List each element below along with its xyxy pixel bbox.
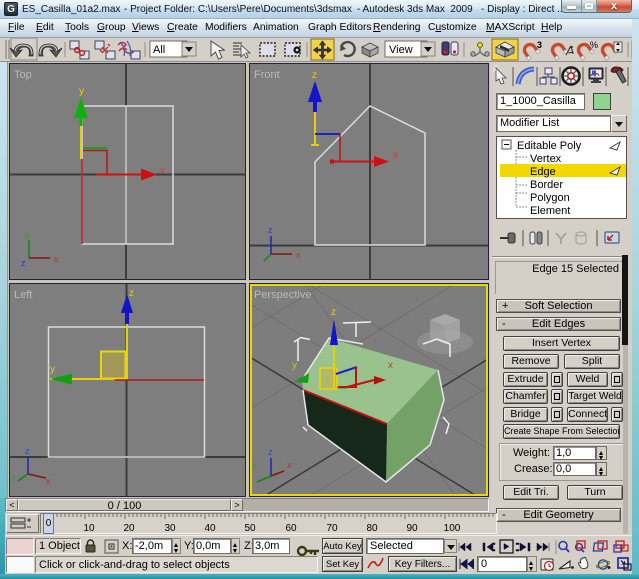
svg-text:y: y	[25, 230, 30, 240]
svg-text:z: z	[21, 258, 26, 268]
svg-text:Top: Top	[14, 69, 32, 81]
svg-text:x: x	[296, 250, 301, 260]
svg-text:y: y	[12, 472, 17, 482]
svg-text:Vertex: Vertex	[530, 153, 562, 165]
svg-text:50: 50	[244, 523, 256, 533]
svg-text:y: y	[50, 364, 55, 375]
svg-text:z: z	[129, 288, 134, 299]
svg-text:20: 20	[123, 523, 135, 533]
svg-text:y: y	[292, 360, 297, 371]
svg-text:40: 40	[204, 523, 216, 533]
svg-text:80: 80	[366, 523, 378, 533]
svg-text:30: 30	[164, 523, 176, 533]
svg-text:z: z	[268, 447, 273, 457]
svg-text:Edge: Edge	[530, 166, 556, 178]
svg-text:3: 3	[537, 40, 542, 50]
svg-text:View: View	[389, 44, 413, 56]
svg-text:y: y	[79, 86, 84, 97]
svg-text:10: 10	[83, 523, 95, 533]
svg-text:y: y	[252, 460, 257, 470]
svg-text:z: z	[25, 446, 30, 456]
svg-text:x: x	[46, 476, 51, 486]
svg-text:z: z	[268, 225, 273, 235]
svg-text:%: %	[590, 40, 598, 50]
svg-text:z: z	[312, 70, 317, 81]
svg-text:x: x	[287, 460, 292, 470]
svg-text:Left: Left	[14, 289, 32, 301]
svg-text:Border: Border	[530, 179, 563, 191]
svg-text:x: x	[393, 150, 398, 161]
svg-text:x: x	[160, 166, 165, 177]
svg-text:z: z	[331, 307, 336, 318]
svg-text:100: 100	[444, 523, 461, 533]
svg-text:70: 70	[326, 523, 338, 533]
svg-text:Front: Front	[254, 69, 280, 81]
svg-text:60: 60	[285, 523, 297, 533]
svg-text:Element: Element	[530, 205, 570, 217]
svg-text:All: All	[153, 44, 165, 56]
svg-text:Perspective: Perspective	[254, 289, 311, 301]
svg-text:Editable Poly: Editable Poly	[517, 140, 582, 152]
svg-text:x: x	[54, 254, 59, 264]
svg-text:90: 90	[406, 523, 418, 533]
svg-text:Polygon: Polygon	[530, 192, 570, 204]
svg-text:x: x	[388, 360, 393, 371]
